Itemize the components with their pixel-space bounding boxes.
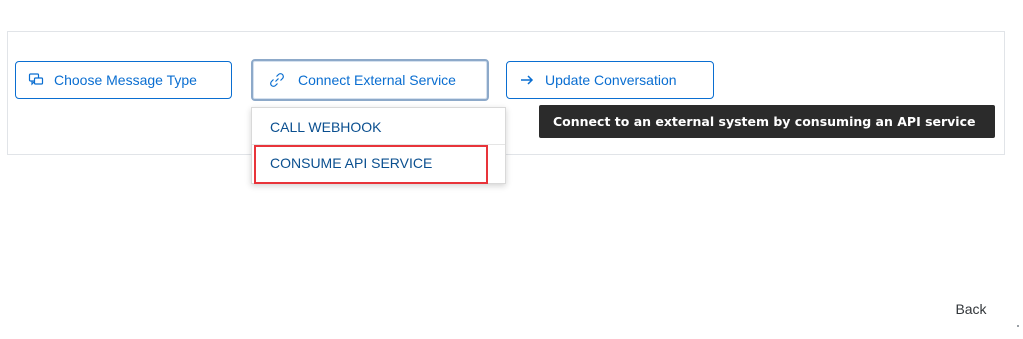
back-button[interactable]: Back: [945, 295, 997, 323]
arrow-right-icon: [519, 72, 535, 88]
connect-external-service-button[interactable]: Connect External Service: [251, 59, 489, 101]
connect-service-dropdown: CALL WEBHOOK CONSUME API SERVICE: [251, 107, 506, 184]
update-conversation-label: Update Conversation: [545, 72, 677, 88]
corner-marker: [1017, 325, 1019, 327]
choose-message-type-button[interactable]: Choose Message Type: [15, 61, 232, 99]
screen: Choose Message Type Connect External Ser…: [0, 0, 1023, 339]
tooltip: Connect to an external system by consumi…: [539, 105, 995, 138]
menu-item-label: CONSUME API SERVICE: [270, 155, 433, 171]
tooltip-text: Connect to an external system by consumi…: [553, 114, 976, 129]
update-conversation-button[interactable]: Update Conversation: [506, 61, 714, 99]
message-bubbles-icon: [28, 72, 44, 88]
menu-item-label: CALL WEBHOOK: [270, 118, 382, 135]
menu-item-call-webhook[interactable]: CALL WEBHOOK: [252, 109, 505, 145]
choose-message-type-label: Choose Message Type: [54, 72, 197, 88]
back-label: Back: [955, 301, 987, 317]
connect-external-service-label: Connect External Service: [298, 72, 456, 88]
menu-item-consume-api-service[interactable]: CONSUME API SERVICE: [252, 145, 505, 181]
link-icon: [269, 72, 285, 88]
